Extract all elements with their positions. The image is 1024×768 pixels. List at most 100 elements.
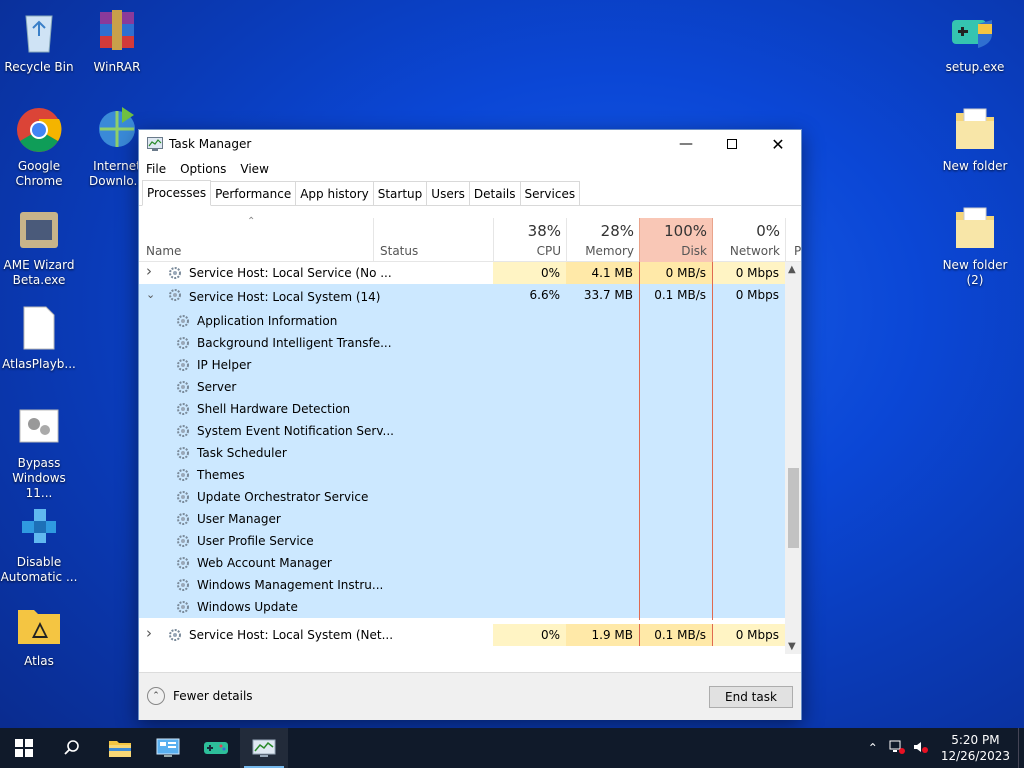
vertical-scrollbar[interactable]: ▲ ▼ [785,262,801,654]
service-row[interactable]: User Profile Service [139,530,785,552]
service-name: Web Account Manager [197,556,332,570]
tab-performance[interactable]: Performance [210,181,297,205]
column-header-power[interactable]: P [786,218,801,262]
taskbar-file-explorer[interactable] [96,728,144,768]
disk-column-cell [639,596,713,618]
service-row[interactable]: Shell Hardware Detection [139,398,785,420]
disk-value: 0.1 MB/s [639,624,713,646]
desktop-icon[interactable]: Recycle Bin [0,6,81,75]
desktop-icon[interactable]: New folder [933,105,1017,174]
process-group-row[interactable]: › Service Host: Local System (Net... 0% 1.9… [139,624,785,646]
desktop-icon-label: Google Chrome [15,159,63,188]
desktop-icon[interactable]: Google Chrome [0,105,81,189]
service-row[interactable]: Web Account Manager [139,552,785,574]
service-name: Windows Update [197,600,298,614]
clock[interactable]: 5:20 PM 12/26/2023 [933,732,1018,764]
desktop-icon[interactable]: AME Wizard Beta.exe [0,204,81,288]
service-row[interactable]: System Event Notification Serv... [139,420,785,442]
network-value: 0 Mbps [735,288,779,302]
chevron-down-icon[interactable]: ⌄ [146,288,155,301]
task-manager-window[interactable]: Task Manager — ✕ File Options View Proce… [138,129,802,759]
service-name: Themes [197,468,245,482]
desktop-icon[interactable]: AtlasPlayb... [0,303,81,372]
internet-download-icon [92,105,142,155]
menu-options[interactable]: Options [180,162,226,176]
service-gear-icon [176,314,190,328]
maximize-button[interactable] [709,130,755,158]
desktop-icon[interactable]: Atlas [0,600,81,669]
process-name: Service Host: Local System (14) [189,290,381,304]
volume-muted-icon[interactable] [909,740,933,757]
menu-bar: File Options View [139,158,801,180]
desktop-icon[interactable]: Disable Automatic ... [0,501,81,585]
desktop-icon[interactable]: WinRAR [75,6,159,75]
column-header-memory[interactable]: 28% Memory [567,218,639,262]
tab-services[interactable]: Services [519,181,581,205]
tab-startup[interactable]: Startup [372,181,428,205]
column-header-disk[interactable]: 100% Disk [639,218,713,262]
window-title: Task Manager [169,137,252,151]
desktop-icon-label: New folder [942,159,1008,173]
service-row[interactable]: User Manager [139,508,785,530]
service-row[interactable]: Application Information [139,310,785,332]
process-grid: ⌃ Name Status 38% CPU 28% Memory 100% Di… [139,216,801,759]
show-hidden-icons-icon[interactable]: ⌃ [861,741,885,755]
setup-icon [950,6,1000,56]
column-header-cpu[interactable]: 38% CPU [494,218,566,262]
service-name: Windows Management Instru... [197,578,384,592]
service-row[interactable]: Windows Management Instru... [139,574,785,596]
tab-users[interactable]: Users [426,181,470,205]
end-task-button[interactable]: End task [709,686,793,708]
service-row[interactable]: Windows Update [139,596,785,618]
taskbar-task-manager[interactable] [240,728,288,768]
desktop-icon-label: Bypass Windows 11... [12,456,66,500]
network-icon[interactable] [885,740,909,757]
desktop-icon-label: Internet Downlo... [89,159,145,188]
service-row[interactable]: IP Helper [139,354,785,376]
chevron-right-icon[interactable]: › [146,262,152,280]
service-row[interactable]: Update Orchestrator Service [139,486,785,508]
fewer-details-button[interactable]: ⌃ Fewer details [147,687,253,705]
service-gear-icon [176,402,190,416]
desktop-icon[interactable]: New folder (2) [933,204,1017,288]
service-row[interactable]: Background Intelligent Transfe... [139,332,785,354]
start-button[interactable] [0,728,48,768]
scroll-up-icon[interactable]: ▲ [788,264,796,275]
process-name: Service Host: Local Service (No ... [189,266,392,280]
close-button[interactable]: ✕ [755,130,801,158]
service-row[interactable]: Themes [139,464,785,486]
process-group-row[interactable]: ⌄ Service Host: Local System (14) 6.6% 33.7… [139,284,785,310]
desktop-icon[interactable]: setup.exe [933,6,1017,75]
tab-processes[interactable]: Processes [142,180,212,206]
service-row[interactable]: Server [139,376,785,398]
desktop-icon-label: Disable Automatic ... [0,555,78,584]
service-gear-icon [176,358,190,372]
folder-icon [950,204,1000,254]
desktop-icon[interactable]: Bypass Windows 11... [0,402,81,501]
tab-app-history[interactable]: App history [295,181,374,205]
power-label: P [794,244,802,258]
scroll-down-icon[interactable]: ▼ [788,641,796,652]
chevron-right-icon[interactable]: › [146,624,152,642]
column-header-status[interactable]: Status [374,218,493,262]
folder-atlas-icon [14,600,64,650]
vertical-scroll-thumb[interactable] [788,468,799,548]
title-bar[interactable]: Task Manager — ✕ [139,130,801,158]
menu-file[interactable]: File [146,162,166,176]
process-group-row[interactable]: › Service Host: Local Service (No ... 0% 4.… [139,262,785,284]
taskbar-control-panel[interactable] [144,728,192,768]
show-desktop-button[interactable] [1018,728,1024,768]
taskbar-game-app[interactable] [192,728,240,768]
tab-details[interactable]: Details [468,181,521,205]
minimize-button[interactable]: — [663,130,709,158]
sort-arrow-icon: ⌃ [247,216,256,227]
column-header-name[interactable]: ⌃ Name [139,216,373,262]
service-gear-icon [176,446,190,460]
disk-column-cell [639,376,713,398]
search-button[interactable] [48,728,96,768]
menu-view[interactable]: View [240,162,268,176]
service-row[interactable]: Task Scheduler [139,442,785,464]
disk-column-cell [639,552,713,574]
disk-value: 0.1 MB/s [639,284,713,310]
column-header-network[interactable]: 0% Network [713,218,785,262]
